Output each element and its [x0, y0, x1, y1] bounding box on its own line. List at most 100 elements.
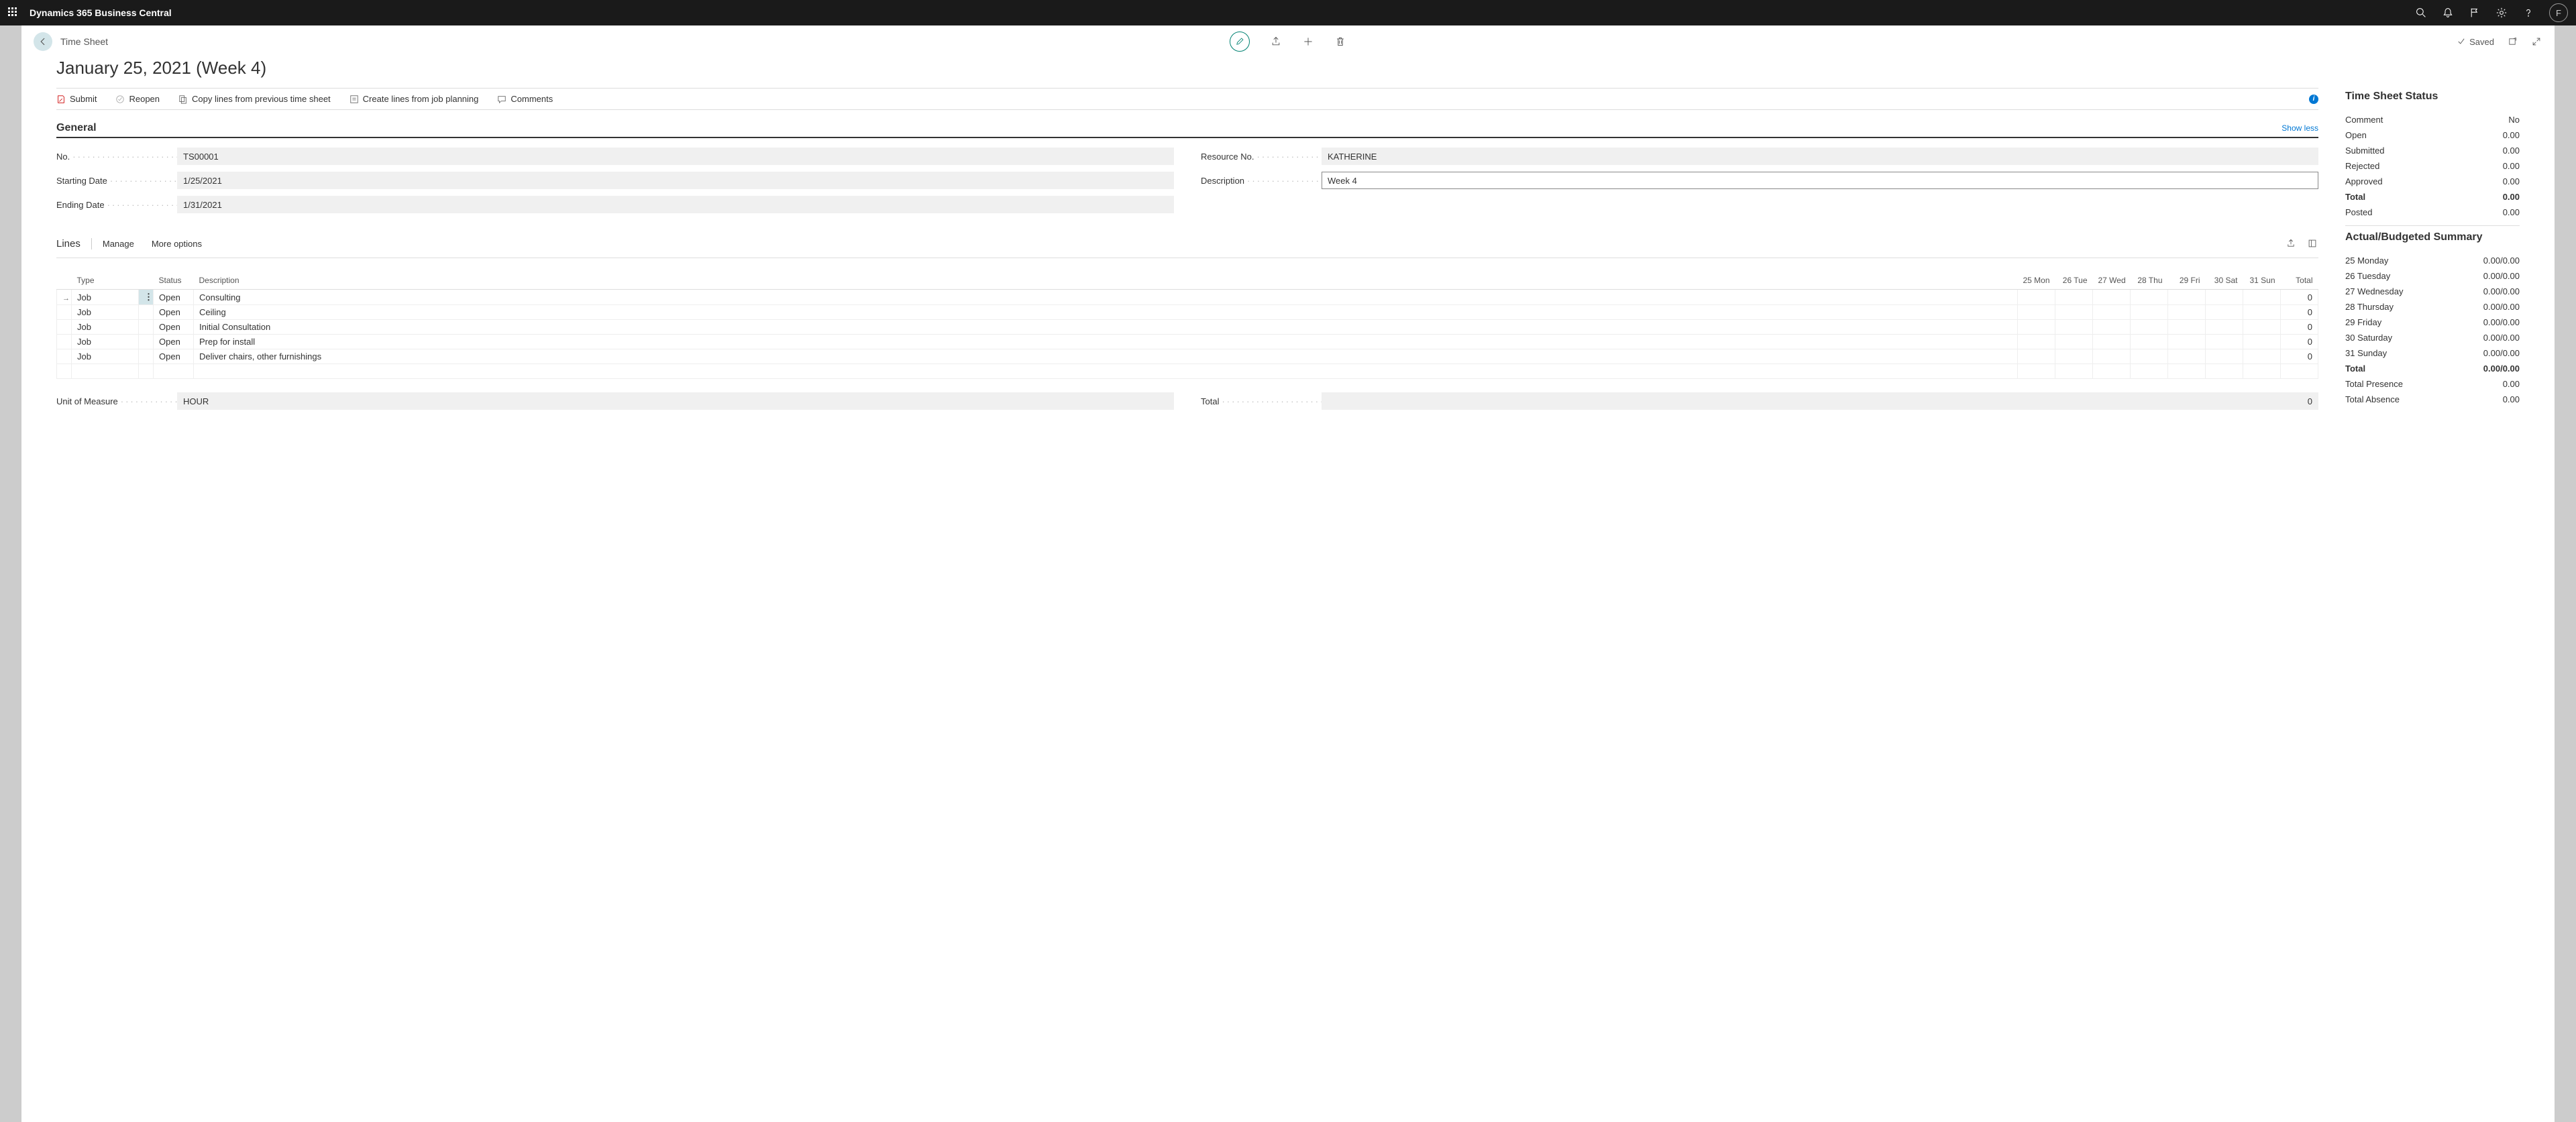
copy-lines-action[interactable]: Copy lines from previous time sheet — [178, 94, 331, 104]
edit-button[interactable] — [1230, 32, 1250, 52]
col-status[interactable]: Status — [154, 272, 194, 290]
cell-d2[interactable] — [2055, 320, 2093, 335]
cell-type[interactable]: Job — [72, 290, 139, 305]
cell-type[interactable]: Job — [72, 349, 139, 364]
col-d4[interactable]: 28 Thu — [2131, 272, 2168, 290]
row-selector[interactable] — [57, 305, 72, 320]
cell-d4[interactable] — [2131, 349, 2168, 364]
cell-d3[interactable] — [2093, 320, 2131, 335]
help-icon[interactable] — [2522, 7, 2534, 19]
reopen-action[interactable]: Reopen — [115, 94, 160, 104]
col-description[interactable]: Description — [194, 272, 2018, 290]
manage-action[interactable]: Manage — [103, 239, 134, 249]
popout-icon[interactable] — [2506, 36, 2518, 48]
cell-d3[interactable] — [2093, 305, 2131, 320]
row-selector[interactable]: → — [57, 290, 72, 305]
new-icon[interactable] — [1302, 36, 1314, 48]
cell-d7[interactable] — [2243, 290, 2281, 305]
cell-description[interactable]: Ceiling — [194, 305, 2018, 320]
row-menu-icon[interactable] — [139, 349, 154, 364]
cell-d6[interactable] — [2206, 349, 2243, 364]
cell-d3[interactable] — [2093, 290, 2131, 305]
delete-icon[interactable] — [1334, 36, 1346, 48]
cell-d1[interactable] — [2018, 335, 2055, 349]
col-d3[interactable]: 27 Wed — [2093, 272, 2131, 290]
col-d2[interactable]: 26 Tue — [2055, 272, 2093, 290]
more-options-action[interactable]: More options — [152, 239, 202, 249]
lines-share-icon[interactable] — [2285, 237, 2297, 249]
row-menu-icon[interactable] — [139, 305, 154, 320]
cell-d7[interactable] — [2243, 305, 2281, 320]
cell-description[interactable]: Prep for install — [194, 335, 2018, 349]
table-row[interactable]: JobOpenInitial Consultation0 — [57, 320, 2318, 335]
row-selector[interactable] — [57, 335, 72, 349]
cell-type[interactable]: Job — [72, 320, 139, 335]
row-selector[interactable] — [57, 320, 72, 335]
cell-d7[interactable] — [2243, 320, 2281, 335]
cell-d6[interactable] — [2206, 335, 2243, 349]
col-d1[interactable]: 25 Mon — [2018, 272, 2055, 290]
collapse-icon[interactable] — [2530, 36, 2542, 48]
cell-d7[interactable] — [2243, 349, 2281, 364]
cell-d4[interactable] — [2131, 305, 2168, 320]
cell-type[interactable]: Job — [72, 335, 139, 349]
cell-d1[interactable] — [2018, 305, 2055, 320]
show-less-link[interactable]: Show less — [2282, 123, 2318, 133]
table-row[interactable]: →Job⋮OpenConsulting0 — [57, 290, 2318, 305]
cell-d5[interactable] — [2168, 335, 2206, 349]
cell-type[interactable]: Job — [72, 305, 139, 320]
row-selector[interactable] — [57, 349, 72, 364]
cell-d4[interactable] — [2131, 290, 2168, 305]
cell-d5[interactable] — [2168, 290, 2206, 305]
comments-action[interactable]: Comments — [497, 94, 553, 104]
cell-d3[interactable] — [2093, 349, 2131, 364]
col-d7[interactable]: 31 Sun — [2243, 272, 2281, 290]
col-d5[interactable]: 29 Fri — [2168, 272, 2206, 290]
cell-description[interactable]: Initial Consultation — [194, 320, 2018, 335]
notifications-icon[interactable] — [2442, 7, 2454, 19]
summary-label: 27 Wednesday — [2345, 286, 2404, 296]
lines-table[interactable]: Type Status Description 25 Mon 26 Tue 27… — [56, 272, 2318, 379]
col-type[interactable]: Type — [72, 272, 139, 290]
cell-d1[interactable] — [2018, 290, 2055, 305]
cell-description[interactable]: Consulting — [194, 290, 2018, 305]
cell-d4[interactable] — [2131, 320, 2168, 335]
share-icon[interactable] — [1270, 36, 1282, 48]
cell-d3[interactable] — [2093, 335, 2131, 349]
submit-action[interactable]: Submit — [56, 94, 97, 104]
table-row[interactable]: JobOpenPrep for install0 — [57, 335, 2318, 349]
app-launcher-icon[interactable] — [8, 7, 19, 18]
description-field[interactable] — [1322, 172, 2318, 189]
cell-d6[interactable] — [2206, 320, 2243, 335]
flag-icon[interactable] — [2469, 7, 2481, 19]
row-menu-icon[interactable] — [139, 335, 154, 349]
avatar[interactable]: F — [2549, 3, 2568, 22]
row-menu-icon[interactable]: ⋮ — [139, 290, 154, 305]
gear-icon[interactable] — [2496, 7, 2508, 19]
info-badge-icon[interactable]: i — [2309, 95, 2318, 104]
back-button[interactable] — [34, 32, 52, 51]
row-menu-icon[interactable] — [139, 320, 154, 335]
cell-d6[interactable] — [2206, 305, 2243, 320]
cell-d2[interactable] — [2055, 349, 2093, 364]
col-total[interactable]: Total — [2281, 272, 2318, 290]
table-row[interactable]: JobOpenDeliver chairs, other furnishings… — [57, 349, 2318, 364]
lines-expand-icon[interactable] — [2306, 237, 2318, 249]
cell-d1[interactable] — [2018, 349, 2055, 364]
cell-d7[interactable] — [2243, 335, 2281, 349]
cell-d2[interactable] — [2055, 335, 2093, 349]
cell-description[interactable]: Deliver chairs, other furnishings — [194, 349, 2018, 364]
search-icon[interactable] — [2415, 7, 2427, 19]
cell-d2[interactable] — [2055, 305, 2093, 320]
cell-d1[interactable] — [2018, 320, 2055, 335]
table-row[interactable]: JobOpenCeiling0 — [57, 305, 2318, 320]
create-lines-action[interactable]: Create lines from job planning — [350, 94, 479, 104]
cell-d5[interactable] — [2168, 349, 2206, 364]
col-d6[interactable]: 30 Sat — [2206, 272, 2243, 290]
cell-d6[interactable] — [2206, 290, 2243, 305]
cell-d2[interactable] — [2055, 290, 2093, 305]
cell-d4[interactable] — [2131, 335, 2168, 349]
table-row-empty[interactable] — [57, 364, 2318, 379]
cell-d5[interactable] — [2168, 320, 2206, 335]
cell-d5[interactable] — [2168, 305, 2206, 320]
